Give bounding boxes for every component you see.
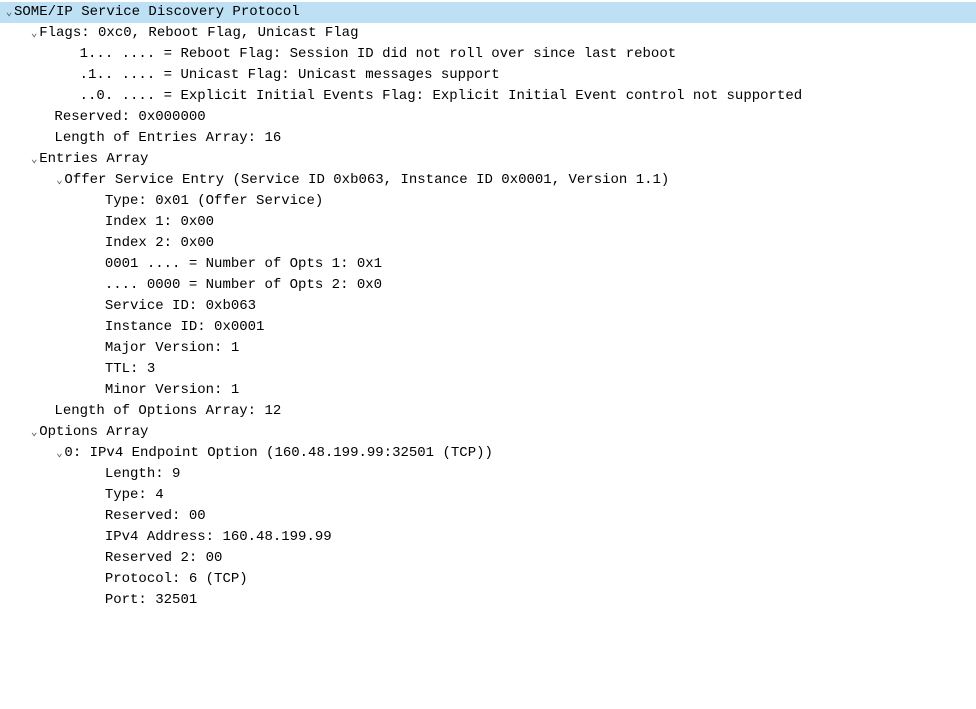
tree-row-opt-type[interactable]: Type: 4	[0, 485, 976, 506]
tree-row-nopts2[interactable]: .... 0000 = Number of Opts 2: 0x0	[0, 275, 976, 296]
opt-reserved: Reserved: 00	[105, 508, 206, 524]
tree-row-opt-reserved2[interactable]: Reserved 2: 00	[0, 548, 976, 569]
tree-row-flags[interactable]: ⌄Flags: 0xc0, Reboot Flag, Unicast Flag	[0, 23, 976, 44]
tree-row-options-array[interactable]: ⌄Options Array	[0, 422, 976, 443]
tree-row-opt-port[interactable]: Port: 32501	[0, 590, 976, 611]
tree-row-entry-type[interactable]: Type: 0x01 (Offer Service)	[0, 191, 976, 212]
tree-row-opt-length[interactable]: Length: 9	[0, 464, 976, 485]
nopts1: 0001 .... = Number of Opts 1: 0x1	[105, 256, 382, 272]
tree-row-opt0[interactable]: ⌄0: IPv4 Endpoint Option (160.48.199.99:…	[0, 443, 976, 464]
tree-row-reserved[interactable]: Reserved: 0x000000	[0, 107, 976, 128]
flags-header: Flags: 0xc0, Reboot Flag, Unicast Flag	[39, 25, 358, 41]
index1: Index 1: 0x00	[105, 214, 214, 230]
tree-row-options-len[interactable]: Length of Options Array: 12	[0, 401, 976, 422]
tree-row-reboot-flag[interactable]: 1... .... = Reboot Flag: Session ID did …	[0, 44, 976, 65]
tree-row-index1[interactable]: Index 1: 0x00	[0, 212, 976, 233]
major-version: Major Version: 1	[105, 340, 239, 356]
ttl: TTL: 3	[105, 361, 155, 377]
minor-version: Minor Version: 1	[105, 382, 239, 398]
tree-row-index2[interactable]: Index 2: 0x00	[0, 233, 976, 254]
caret-down-icon[interactable]: ⌄	[29, 26, 39, 43]
tree-row-opt-protocol[interactable]: Protocol: 6 (TCP)	[0, 569, 976, 590]
opt-ipv4: IPv4 Address: 160.48.199.99	[105, 529, 332, 545]
caret-down-icon[interactable]: ⌄	[29, 425, 39, 442]
caret-down-icon[interactable]: ⌄	[54, 446, 64, 463]
tree-row-minor[interactable]: Minor Version: 1	[0, 380, 976, 401]
tree-row-protocol[interactable]: ⌄SOME/IP Service Discovery Protocol	[0, 2, 976, 23]
tree-row-service-id[interactable]: Service ID: 0xb063	[0, 296, 976, 317]
options-len: Length of Options Array: 12	[54, 403, 281, 419]
opt-port: Port: 32501	[105, 592, 197, 608]
tree-row-offer-entry[interactable]: ⌄Offer Service Entry (Service ID 0xb063,…	[0, 170, 976, 191]
protocol-title: SOME/IP Service Discovery Protocol	[14, 4, 300, 20]
tree-row-entries-len[interactable]: Length of Entries Array: 16	[0, 128, 976, 149]
opt-protocol: Protocol: 6 (TCP)	[105, 571, 248, 587]
nopts2: .... 0000 = Number of Opts 2: 0x0	[105, 277, 382, 293]
index2: Index 2: 0x00	[105, 235, 214, 251]
reboot-flag: 1... .... = Reboot Flag: Session ID did …	[80, 46, 677, 62]
entries-array-header: Entries Array	[39, 151, 148, 167]
tree-row-major[interactable]: Major Version: 1	[0, 338, 976, 359]
unicast-flag: .1.. .... = Unicast Flag: Unicast messag…	[80, 67, 500, 83]
tree-row-instance-id[interactable]: Instance ID: 0x0001	[0, 317, 976, 338]
opt-type: Type: 4	[105, 487, 164, 503]
opt-reserved2: Reserved 2: 00	[105, 550, 223, 566]
options-array-header: Options Array	[39, 424, 148, 440]
entries-len: Length of Entries Array: 16	[54, 130, 281, 146]
explicit-flag: ..0. .... = Explicit Initial Events Flag…	[80, 88, 803, 104]
tree-row-opt-reserved[interactable]: Reserved: 00	[0, 506, 976, 527]
instance-id: Instance ID: 0x0001	[105, 319, 265, 335]
opt0-header: 0: IPv4 Endpoint Option (160.48.199.99:3…	[64, 445, 492, 461]
tree-row-ttl[interactable]: TTL: 3	[0, 359, 976, 380]
caret-down-icon[interactable]: ⌄	[4, 5, 14, 22]
caret-down-icon[interactable]: ⌄	[29, 152, 39, 169]
tree-row-entries-array[interactable]: ⌄Entries Array	[0, 149, 976, 170]
tree-row-explicit-flag[interactable]: ..0. .... = Explicit Initial Events Flag…	[0, 86, 976, 107]
offer-entry-header: Offer Service Entry (Service ID 0xb063, …	[64, 172, 669, 188]
entry-type: Type: 0x01 (Offer Service)	[105, 193, 323, 209]
tree-row-opt-ipv4[interactable]: IPv4 Address: 160.48.199.99	[0, 527, 976, 548]
tree-row-unicast-flag[interactable]: .1.. .... = Unicast Flag: Unicast messag…	[0, 65, 976, 86]
packet-tree: ⌄SOME/IP Service Discovery Protocol ⌄Fla…	[0, 0, 976, 613]
reserved-field: Reserved: 0x000000	[54, 109, 205, 125]
opt-length: Length: 9	[105, 466, 181, 482]
tree-row-nopts1[interactable]: 0001 .... = Number of Opts 1: 0x1	[0, 254, 976, 275]
caret-down-icon[interactable]: ⌄	[54, 173, 64, 190]
service-id: Service ID: 0xb063	[105, 298, 256, 314]
